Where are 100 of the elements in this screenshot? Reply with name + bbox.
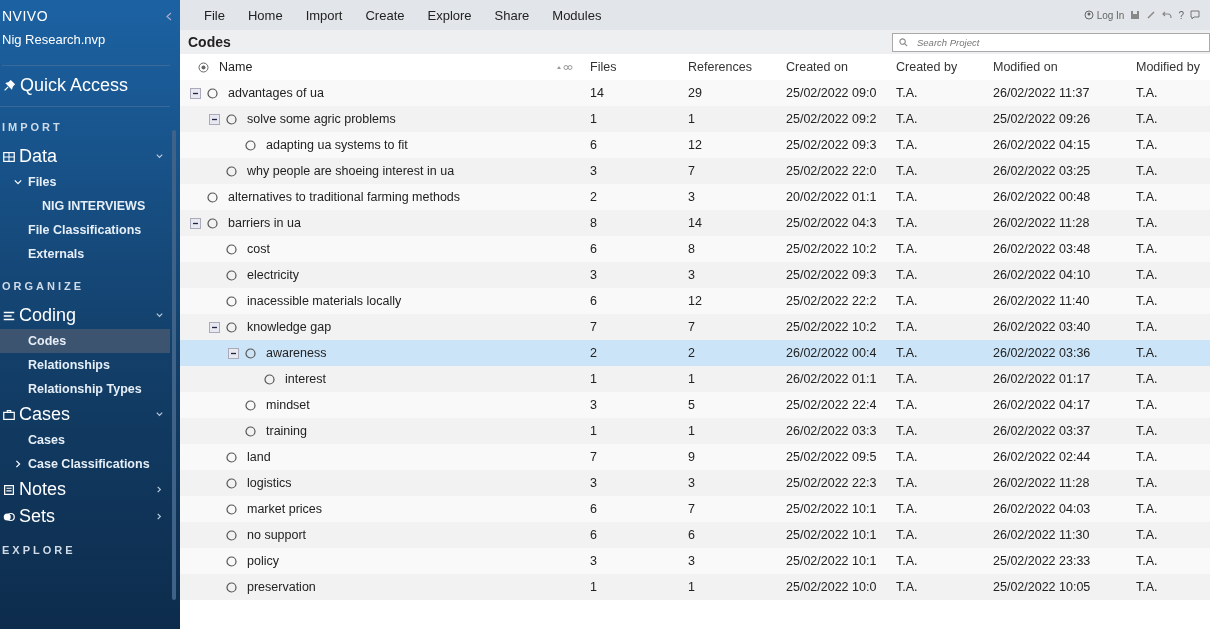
column-header[interactable]: Files bbox=[580, 60, 678, 74]
table-row[interactable]: training 1 1 26/02/2022 03:3 T.A. 26/02/2022 03:37 T.A. bbox=[180, 418, 1210, 444]
nav-item[interactable]: Case Classifications bbox=[0, 452, 170, 476]
table-row[interactable]: market prices 6 7 25/02/2022 10:1 T.A. 26/02/2022 04:03 T.A. bbox=[180, 496, 1210, 522]
table-cell-text: 3 bbox=[687, 554, 696, 568]
menu-item[interactable]: Create bbox=[355, 3, 415, 27]
radio-icon[interactable] bbox=[198, 61, 209, 73]
table-row[interactable]: solve some agric problems 1 1 25/02/2022 09:2 T.A. 25/02/2022 09:26 T.A. bbox=[180, 106, 1210, 132]
code-name: adapting ua systems to fit bbox=[266, 138, 408, 152]
nav-item[interactable]: NIG INTERVIEWS bbox=[0, 194, 170, 218]
table-cell-text: T.A. bbox=[1135, 450, 1159, 464]
table-cell-text: 12 bbox=[687, 294, 703, 308]
table-cell-text: T.A. bbox=[895, 268, 919, 282]
table-cell-text: 2 bbox=[687, 346, 696, 360]
nav-group[interactable]: Cases bbox=[0, 401, 170, 428]
nav-item[interactable]: Relationships bbox=[0, 353, 170, 377]
table-cell-text: T.A. bbox=[895, 216, 919, 230]
table-cell-text: 26/02/2022 03:36 bbox=[992, 346, 1092, 360]
table-row[interactable]: alternatives to traditional farming methods 2 3 20/02/2022 01:1 T.A. 26/02/2022 00:48 T.A. bbox=[180, 184, 1210, 210]
save-icon[interactable] bbox=[1130, 10, 1141, 20]
nav-group[interactable]: Coding bbox=[0, 302, 170, 329]
pencil-icon[interactable] bbox=[1146, 10, 1157, 20]
table-cell-text: 3 bbox=[589, 476, 598, 490]
collapse-icon[interactable] bbox=[228, 347, 239, 359]
table-row[interactable]: mindset 3 5 25/02/2022 22:4 T.A. 26/02/2022 04:17 T.A. bbox=[180, 392, 1210, 418]
column-header[interactable]: Modified by bbox=[1126, 60, 1210, 74]
table-row[interactable]: no support 6 6 25/02/2022 10:1 T.A. 26/02/2022 11:30 T.A. bbox=[180, 522, 1210, 548]
collapse-icon[interactable] bbox=[190, 217, 201, 229]
table-row[interactable]: advantages of ua 14 29 25/02/2022 09:0 T.A. 26/02/2022 11:37 T.A. bbox=[180, 80, 1210, 106]
scrollbar[interactable] bbox=[172, 130, 176, 600]
table-cell-text: 1 bbox=[687, 372, 696, 386]
table-cell-text: 25/02/2022 09:5 bbox=[785, 450, 878, 464]
code-name: market prices bbox=[247, 502, 323, 516]
table-cell-text: 26/02/2022 04:10 bbox=[992, 268, 1092, 282]
node-icon bbox=[207, 217, 218, 229]
nav-item[interactable]: Relationship Types bbox=[0, 377, 170, 401]
table-row[interactable]: why people are shoeing interest in ua 3 7 25/02/2022 22:0 T.A. 26/02/2022 03:25 T.A. bbox=[180, 158, 1210, 184]
search-field[interactable]: Search Project bbox=[892, 32, 1210, 52]
table-row[interactable]: cost 6 8 25/02/2022 10:2 T.A. 26/02/2022 03:48 T.A. bbox=[180, 236, 1210, 262]
search-icon bbox=[899, 37, 908, 47]
nav-item[interactable]: Cases bbox=[0, 428, 170, 452]
chevron-icon[interactable] bbox=[155, 410, 164, 419]
column-header[interactable]: Modified on bbox=[983, 60, 1126, 74]
table-row[interactable]: knowledge gap 7 7 25/02/2022 10:2 T.A. 26/02/2022 03:40 T.A. bbox=[180, 314, 1210, 340]
collapse-icon[interactable] bbox=[190, 87, 201, 99]
chevron-icon[interactable] bbox=[155, 152, 164, 161]
table-cell-text: T.A. bbox=[1135, 216, 1159, 230]
menu-item[interactable]: Modules bbox=[542, 3, 612, 27]
table-cell-text: 6 bbox=[589, 294, 598, 308]
table-cell-text: 25/02/2022 09:0 bbox=[785, 86, 878, 100]
table-row[interactable]: awareness 2 2 26/02/2022 00:4 T.A. 26/02/2022 03:36 T.A. bbox=[180, 340, 1210, 366]
nav-item[interactable]: Codes bbox=[0, 329, 170, 353]
code-name: inacessible materials locally bbox=[247, 294, 402, 308]
chevron-icon[interactable] bbox=[155, 485, 164, 494]
sort-icon[interactable] bbox=[556, 63, 574, 71]
table-row[interactable]: interest 1 1 26/02/2022 01:1 T.A. 26/02/2022 01:17 T.A. bbox=[180, 366, 1210, 392]
user-icon bbox=[1083, 10, 1094, 20]
table-cell-text: T.A. bbox=[895, 580, 919, 594]
table-row[interactable]: barriers in ua 8 14 25/02/2022 04:3 T.A. 26/02/2022 11:28 T.A. bbox=[180, 210, 1210, 236]
table-row[interactable]: policy 3 3 25/02/2022 10:1 T.A. 25/02/2022 23:33 T.A. bbox=[180, 548, 1210, 574]
node-icon bbox=[226, 243, 237, 255]
undo-icon[interactable] bbox=[1162, 10, 1173, 20]
menu-item[interactable]: File bbox=[194, 3, 235, 27]
nav-group[interactable]: Sets bbox=[0, 503, 170, 530]
node-icon bbox=[226, 555, 237, 567]
table-row[interactable]: preservation 1 1 25/02/2022 10:0 T.A. 25/02/2022 10:05 T.A. bbox=[180, 574, 1210, 600]
nav-item[interactable]: Externals bbox=[0, 242, 170, 266]
column-header[interactable]: Name bbox=[219, 60, 253, 74]
nav-item[interactable]: File Classifications bbox=[0, 218, 170, 242]
table-cell-text: 25/02/2022 22:0 bbox=[785, 164, 878, 178]
table-row[interactable]: electricity 3 3 25/02/2022 09:3 T.A. 26/02/2022 04:10 T.A. bbox=[180, 262, 1210, 288]
menu-item[interactable]: Share bbox=[484, 3, 540, 27]
nav-group[interactable]: Data bbox=[0, 143, 170, 170]
table-row[interactable]: inacessible materials locally 6 12 25/02/2022 22:2 T.A. 26/02/2022 11:40 T.A. bbox=[180, 288, 1210, 314]
login-button[interactable]: Log In bbox=[1083, 9, 1125, 21]
table-row[interactable]: land 7 9 25/02/2022 09:5 T.A. 26/02/2022 02:44 T.A. bbox=[180, 444, 1210, 470]
code-name: electricity bbox=[247, 268, 300, 282]
table-row[interactable]: logistics 3 3 25/02/2022 22:3 T.A. 26/02/2022 11:28 T.A. bbox=[180, 470, 1210, 496]
code-name: land bbox=[247, 450, 271, 464]
table-cell-text: 5 bbox=[687, 398, 696, 412]
table-cell-text: T.A. bbox=[1135, 476, 1159, 490]
table-cell-text: T.A. bbox=[1135, 580, 1159, 594]
column-header[interactable]: Created on bbox=[776, 60, 886, 74]
menu-item[interactable]: Explore bbox=[417, 3, 482, 27]
table-cell-text: T.A. bbox=[1135, 190, 1159, 204]
table-row[interactable]: adapting ua systems to fit 6 12 25/02/2022 09:3 T.A. 26/02/2022 04:15 T.A. bbox=[180, 132, 1210, 158]
collapse-icon[interactable] bbox=[209, 321, 220, 333]
chevron-icon[interactable] bbox=[155, 311, 164, 320]
help-button[interactable]: ? bbox=[1178, 9, 1184, 21]
quick-access-link[interactable]: Quick Access bbox=[0, 66, 170, 107]
chevron-icon[interactable] bbox=[155, 512, 164, 521]
column-header[interactable]: References bbox=[678, 60, 776, 74]
nav-item[interactable]: Files bbox=[0, 170, 170, 194]
nav-group[interactable]: Notes bbox=[0, 476, 170, 503]
menu-item[interactable]: Home bbox=[237, 3, 293, 27]
code-name: alternatives to traditional farming methods bbox=[228, 190, 461, 204]
collapse-icon[interactable] bbox=[209, 113, 220, 125]
menu-item[interactable]: Import bbox=[295, 3, 353, 27]
column-header[interactable]: Created by bbox=[886, 60, 983, 74]
table-cell-text: T.A. bbox=[1135, 502, 1159, 516]
